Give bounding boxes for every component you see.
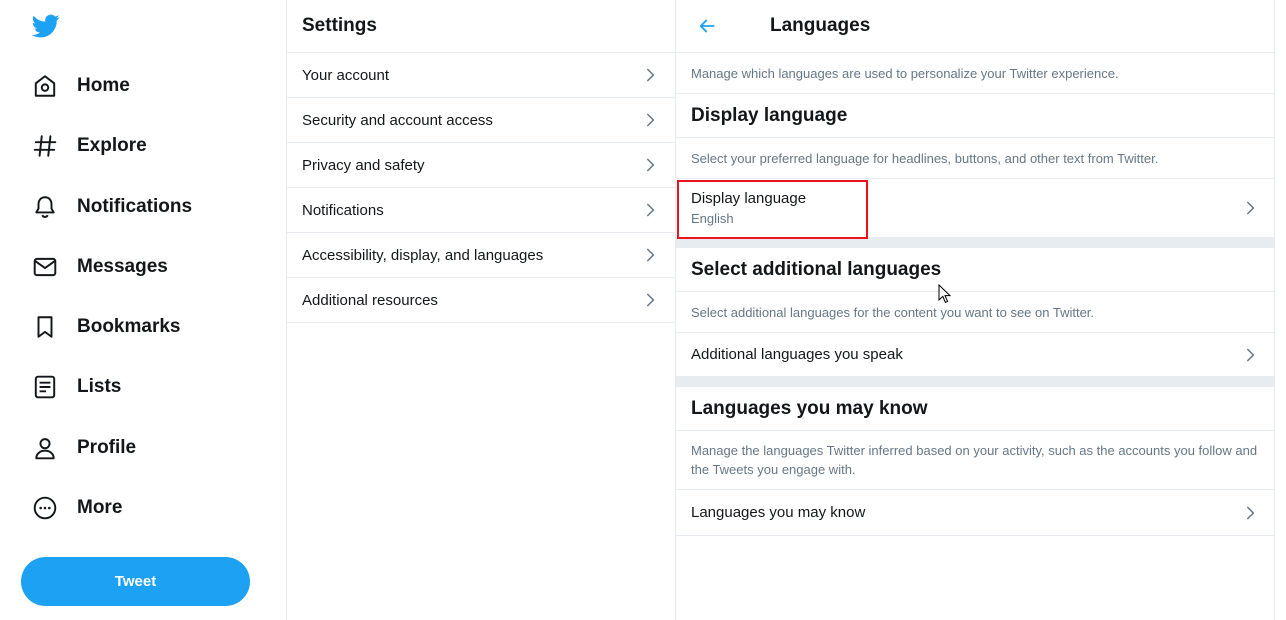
- settings-item-label: Additional resources: [302, 291, 438, 309]
- settings-item-label: Notifications: [302, 201, 384, 219]
- hashtag-icon: [33, 135, 57, 157]
- nav-label: Lists: [77, 376, 122, 397]
- languages-title: Languages: [770, 15, 871, 36]
- settings-item-security[interactable]: Security and account access: [287, 98, 675, 143]
- section-divider: [676, 238, 1274, 248]
- settings-header: Settings: [287, 0, 675, 53]
- chevron-right-icon: [646, 158, 655, 172]
- additional-languages-label: Additional languages you speak: [691, 346, 903, 363]
- nav-item-notifications[interactable]: Notifications: [20, 182, 208, 232]
- more-circle-icon: [33, 496, 57, 520]
- additional-languages-row[interactable]: Additional languages you speak: [676, 333, 1274, 377]
- settings-item-notifications[interactable]: Notifications: [287, 188, 675, 233]
- settings-item-additional-resources[interactable]: Additional resources: [287, 278, 675, 323]
- languages-intro: Manage which languages are used to perso…: [676, 53, 1274, 94]
- settings-item-label: Accessibility, display, and languages: [302, 246, 544, 264]
- settings-item-your-account[interactable]: Your account: [287, 53, 675, 98]
- display-language-label: Display language: [691, 190, 807, 207]
- settings-item-label: Security and account access: [302, 111, 493, 129]
- twitter-bird-icon[interactable]: [31, 12, 61, 40]
- nav-label: Explore: [77, 135, 147, 156]
- languages-may-know-heading: Languages you may know: [676, 387, 1274, 431]
- bell-icon: [35, 196, 55, 218]
- settings-item-label: Privacy and safety: [302, 156, 425, 174]
- display-language-value: English: [691, 211, 734, 226]
- settings-item-label: Your account: [302, 66, 390, 84]
- display-language-row[interactable]: Display language English: [676, 179, 1274, 239]
- nav-label: Bookmarks: [77, 316, 181, 337]
- chevron-right-icon: [646, 203, 655, 217]
- nav-item-more[interactable]: More: [20, 483, 138, 533]
- settings-title: Settings: [302, 15, 377, 36]
- nav-item-bookmarks[interactable]: Bookmarks: [20, 302, 197, 352]
- primary-nav: Home Explore Notifications Messages Book…: [0, 0, 287, 620]
- nav-item-messages[interactable]: Messages: [20, 242, 184, 292]
- chevron-right-icon: [1246, 347, 1255, 362]
- list-icon: [34, 375, 56, 399]
- chevron-right-icon: [646, 68, 655, 82]
- chevron-right-icon: [646, 293, 655, 307]
- languages-may-know-row[interactable]: Languages you may know: [676, 490, 1274, 536]
- mouse-cursor-icon: [938, 284, 952, 304]
- nav-item-home[interactable]: Home: [20, 61, 146, 111]
- nav-label: Notifications: [77, 196, 193, 217]
- person-icon: [35, 438, 55, 460]
- display-language-description: Select your preferred language for headl…: [676, 138, 1274, 179]
- settings-item-accessibility[interactable]: Accessibility, display, and languages: [287, 233, 675, 278]
- additional-languages-description: Select additional languages for the cont…: [676, 292, 1274, 333]
- chevron-right-icon: [646, 113, 655, 127]
- languages-header: Languages: [676, 0, 1274, 53]
- chevron-right-icon: [646, 248, 655, 262]
- settings-column: Settings Your account Security and accou…: [287, 0, 676, 620]
- nav-item-explore[interactable]: Explore: [20, 121, 163, 171]
- languages-may-know-label: Languages you may know: [691, 504, 866, 521]
- settings-item-privacy[interactable]: Privacy and safety: [287, 143, 675, 188]
- nav-item-lists[interactable]: Lists: [20, 362, 137, 412]
- bookmark-icon: [37, 316, 53, 338]
- nav-label: Profile: [77, 437, 137, 458]
- nav-label: More: [77, 497, 123, 518]
- display-language-heading: Display language: [676, 94, 1274, 138]
- back-arrow-icon[interactable]: [696, 15, 718, 37]
- additional-languages-heading: Select additional languages: [676, 248, 1274, 292]
- tweet-button[interactable]: Tweet: [21, 557, 250, 606]
- nav-label: Messages: [77, 256, 168, 277]
- section-divider: [676, 377, 1274, 387]
- languages-may-know-description: Manage the languages Twitter inferred ba…: [676, 431, 1274, 490]
- languages-column: Languages Manage which languages are use…: [676, 0, 1275, 620]
- nav-label: Home: [77, 75, 130, 96]
- chevron-right-icon: [1246, 201, 1255, 215]
- home-icon: [34, 75, 56, 97]
- envelope-icon: [33, 257, 57, 277]
- nav-item-profile[interactable]: Profile: [20, 423, 152, 473]
- chevron-right-icon: [1246, 505, 1255, 520]
